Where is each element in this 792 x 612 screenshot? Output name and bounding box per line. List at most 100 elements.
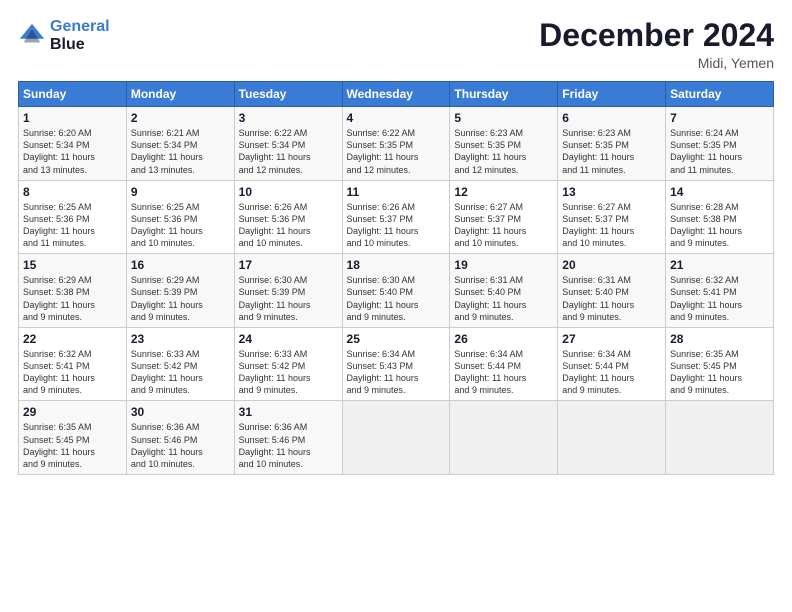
calendar-cell: 5 Sunrise: 6:23 AM Sunset: 5:35 PM Daylig… xyxy=(450,107,558,181)
day-detail: Sunrise: 6:22 AM Sunset: 5:35 PM Dayligh… xyxy=(347,127,446,176)
calendar-cell: 21Sunrise: 6:32 AM Sunset: 5:41 PM Dayli… xyxy=(666,254,774,328)
day-detail: Sunrise: 6:32 AM Sunset: 5:41 PM Dayligh… xyxy=(23,348,122,397)
day-number: 15 xyxy=(23,258,122,272)
calendar-cell: 23 Sunrise: 6:33 AM Sunset: 5:42 PM Dayli… xyxy=(126,327,234,401)
col-header-wednesday: Wednesday xyxy=(342,82,450,107)
day-detail: Sunrise: 6:26 AM Sunset: 5:36 PM Dayligh… xyxy=(239,201,338,250)
day-number: 16 xyxy=(131,258,230,272)
calendar-cell xyxy=(342,401,450,475)
col-header-tuesday: Tuesday xyxy=(234,82,342,107)
calendar-cell: 6Sunrise: 6:23 AM Sunset: 5:35 PM Daylig… xyxy=(558,107,666,181)
day-detail: Sunrise: 6:24 AM Sunset: 5:35 PM Dayligh… xyxy=(670,127,769,176)
calendar-cell: 2Sunrise: 6:21 AM Sunset: 5:34 PM Daylig… xyxy=(126,107,234,181)
calendar-cell: 9 Sunrise: 6:25 AM Sunset: 5:36 PM Daylig… xyxy=(126,180,234,254)
day-number: 28 xyxy=(670,332,769,346)
logo: General Blue xyxy=(18,18,110,53)
page-container: General Blue December 2024 Midi, Yemen S… xyxy=(0,0,792,485)
day-number: 31 xyxy=(239,405,338,419)
col-header-monday: Monday xyxy=(126,82,234,107)
day-number: 10 xyxy=(239,185,338,199)
day-number: 5 xyxy=(454,111,553,125)
day-detail: Sunrise: 6:29 AM Sunset: 5:39 PM Dayligh… xyxy=(131,274,230,323)
calendar-cell: 26Sunrise: 6:34 AM Sunset: 5:44 PM Dayli… xyxy=(450,327,558,401)
day-number: 26 xyxy=(454,332,553,346)
day-detail: Sunrise: 6:31 AM Sunset: 5:40 PM Dayligh… xyxy=(454,274,553,323)
calendar-cell: 13Sunrise: 6:27 AM Sunset: 5:37 PM Dayli… xyxy=(558,180,666,254)
day-number: 19 xyxy=(454,258,553,272)
calendar-cell: 16 Sunrise: 6:29 AM Sunset: 5:39 PM Dayli… xyxy=(126,254,234,328)
day-detail: Sunrise: 6:23 AM Sunset: 5:35 PM Dayligh… xyxy=(454,127,553,176)
day-number: 8 xyxy=(23,185,122,199)
day-number: 12 xyxy=(454,185,553,199)
day-detail: Sunrise: 6:36 AM Sunset: 5:46 PM Dayligh… xyxy=(239,421,338,470)
day-detail: Sunrise: 6:27 AM Sunset: 5:37 PM Dayligh… xyxy=(454,201,553,250)
day-number: 27 xyxy=(562,332,661,346)
calendar-cell: 18 Sunrise: 6:30 AM Sunset: 5:40 PM Dayli… xyxy=(342,254,450,328)
calendar-week-2: 8 Sunrise: 6:25 AM Sunset: 5:36 PM Daylig… xyxy=(19,180,774,254)
day-number: 25 xyxy=(347,332,446,346)
day-detail: Sunrise: 6:30 AM Sunset: 5:39 PM Dayligh… xyxy=(239,274,338,323)
calendar-cell: 15 Sunrise: 6:29 AM Sunset: 5:38 PM Dayli… xyxy=(19,254,127,328)
logo-text: General Blue xyxy=(50,18,110,53)
calendar-cell: 8 Sunrise: 6:25 AM Sunset: 5:36 PM Daylig… xyxy=(19,180,127,254)
calendar-cell xyxy=(558,401,666,475)
calendar-cell: 1 Sunrise: 6:20 AM Sunset: 5:34 PM Daylig… xyxy=(19,107,127,181)
day-number: 17 xyxy=(239,258,338,272)
title-block: December 2024 Midi, Yemen xyxy=(539,18,774,71)
calendar-cell: 7 Sunrise: 6:24 AM Sunset: 5:35 PM Daylig… xyxy=(666,107,774,181)
day-detail: Sunrise: 6:35 AM Sunset: 5:45 PM Dayligh… xyxy=(23,421,122,470)
day-number: 9 xyxy=(131,185,230,199)
day-detail: Sunrise: 6:25 AM Sunset: 5:36 PM Dayligh… xyxy=(131,201,230,250)
day-number: 3 xyxy=(239,111,338,125)
day-detail: Sunrise: 6:30 AM Sunset: 5:40 PM Dayligh… xyxy=(347,274,446,323)
calendar-cell: 19 Sunrise: 6:31 AM Sunset: 5:40 PM Dayli… xyxy=(450,254,558,328)
day-detail: Sunrise: 6:25 AM Sunset: 5:36 PM Dayligh… xyxy=(23,201,122,250)
calendar-cell: 29 Sunrise: 6:35 AM Sunset: 5:45 PM Dayli… xyxy=(19,401,127,475)
col-header-friday: Friday xyxy=(558,82,666,107)
calendar-week-1: 1 Sunrise: 6:20 AM Sunset: 5:34 PM Daylig… xyxy=(19,107,774,181)
calendar-title: December 2024 xyxy=(539,18,774,53)
day-number: 22 xyxy=(23,332,122,346)
day-detail: Sunrise: 6:29 AM Sunset: 5:38 PM Dayligh… xyxy=(23,274,122,323)
day-number: 7 xyxy=(670,111,769,125)
calendar-cell: 30 Sunrise: 6:36 AM Sunset: 5:46 PM Dayli… xyxy=(126,401,234,475)
calendar-cell: 12 Sunrise: 6:27 AM Sunset: 5:37 PM Dayli… xyxy=(450,180,558,254)
logo-icon xyxy=(18,22,46,50)
day-number: 18 xyxy=(347,258,446,272)
day-number: 13 xyxy=(562,185,661,199)
day-detail: Sunrise: 6:20 AM Sunset: 5:34 PM Dayligh… xyxy=(23,127,122,176)
day-number: 14 xyxy=(670,185,769,199)
day-number: 11 xyxy=(347,185,446,199)
day-detail: Sunrise: 6:32 AM Sunset: 5:41 PM Dayligh… xyxy=(670,274,769,323)
calendar-week-5: 29 Sunrise: 6:35 AM Sunset: 5:45 PM Dayli… xyxy=(19,401,774,475)
day-number: 20 xyxy=(562,258,661,272)
col-header-sunday: Sunday xyxy=(19,82,127,107)
day-number: 1 xyxy=(23,111,122,125)
day-detail: Sunrise: 6:26 AM Sunset: 5:37 PM Dayligh… xyxy=(347,201,446,250)
day-detail: Sunrise: 6:33 AM Sunset: 5:42 PM Dayligh… xyxy=(131,348,230,397)
day-number: 23 xyxy=(131,332,230,346)
day-number: 4 xyxy=(347,111,446,125)
day-detail: Sunrise: 6:35 AM Sunset: 5:45 PM Dayligh… xyxy=(670,348,769,397)
calendar-week-4: 22 Sunrise: 6:32 AM Sunset: 5:41 PM Dayli… xyxy=(19,327,774,401)
day-detail: Sunrise: 6:33 AM Sunset: 5:42 PM Dayligh… xyxy=(239,348,338,397)
day-number: 30 xyxy=(131,405,230,419)
calendar-cell: 22 Sunrise: 6:32 AM Sunset: 5:41 PM Dayli… xyxy=(19,327,127,401)
calendar-cell: 28 Sunrise: 6:35 AM Sunset: 5:45 PM Dayli… xyxy=(666,327,774,401)
calendar-cell: 20Sunrise: 6:31 AM Sunset: 5:40 PM Dayli… xyxy=(558,254,666,328)
day-detail: Sunrise: 6:28 AM Sunset: 5:38 PM Dayligh… xyxy=(670,201,769,250)
day-detail: Sunrise: 6:36 AM Sunset: 5:46 PM Dayligh… xyxy=(131,421,230,470)
calendar-cell: 25 Sunrise: 6:34 AM Sunset: 5:43 PM Dayli… xyxy=(342,327,450,401)
calendar-cell: 27Sunrise: 6:34 AM Sunset: 5:44 PM Dayli… xyxy=(558,327,666,401)
calendar-header-row: SundayMondayTuesdayWednesdayThursdayFrid… xyxy=(19,82,774,107)
calendar-cell: 17 Sunrise: 6:30 AM Sunset: 5:39 PM Dayli… xyxy=(234,254,342,328)
calendar-table: SundayMondayTuesdayWednesdayThursdayFrid… xyxy=(18,81,774,475)
calendar-cell: 11 Sunrise: 6:26 AM Sunset: 5:37 PM Dayli… xyxy=(342,180,450,254)
calendar-cell: 3Sunrise: 6:22 AM Sunset: 5:34 PM Daylig… xyxy=(234,107,342,181)
day-detail: Sunrise: 6:21 AM Sunset: 5:34 PM Dayligh… xyxy=(131,127,230,176)
calendar-cell xyxy=(666,401,774,475)
day-detail: Sunrise: 6:34 AM Sunset: 5:43 PM Dayligh… xyxy=(347,348,446,397)
day-number: 29 xyxy=(23,405,122,419)
calendar-cell: 14 Sunrise: 6:28 AM Sunset: 5:38 PM Dayli… xyxy=(666,180,774,254)
calendar-cell: 31 Sunrise: 6:36 AM Sunset: 5:46 PM Dayli… xyxy=(234,401,342,475)
